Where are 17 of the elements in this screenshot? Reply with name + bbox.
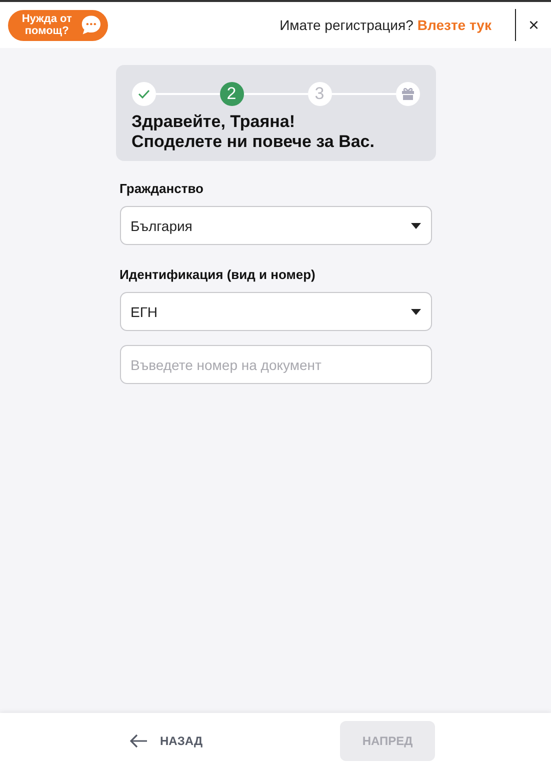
- dropdown-field[interactable]: България: [120, 206, 432, 245]
- close-button[interactable]: ×: [526, 14, 541, 36]
- field-label: Идентификация (вид и номер): [120, 267, 316, 282]
- caret-icon: [410, 222, 420, 228]
- chat-icon: [80, 14, 102, 36]
- step-indicator: 3: [308, 82, 332, 106]
- field-label: Гражданство: [120, 181, 204, 196]
- greeting-heading: Здравейте, Траяна! Споделете ни повече за Вас.: [132, 112, 376, 152]
- login-prompt: Имате регистрация?: [280, 17, 414, 33]
- caret-icon: [410, 308, 420, 314]
- step-indicator: 2: [220, 82, 244, 106]
- dropdown-field[interactable]: ЕГН: [120, 292, 432, 331]
- back-button[interactable]: НАЗАД: [130, 734, 203, 748]
- input-field[interactable]: Въведете номер на документ: [120, 345, 432, 384]
- check-icon: [138, 89, 150, 99]
- arrow-left-icon: [130, 734, 148, 748]
- gift-icon: [400, 87, 414, 101]
